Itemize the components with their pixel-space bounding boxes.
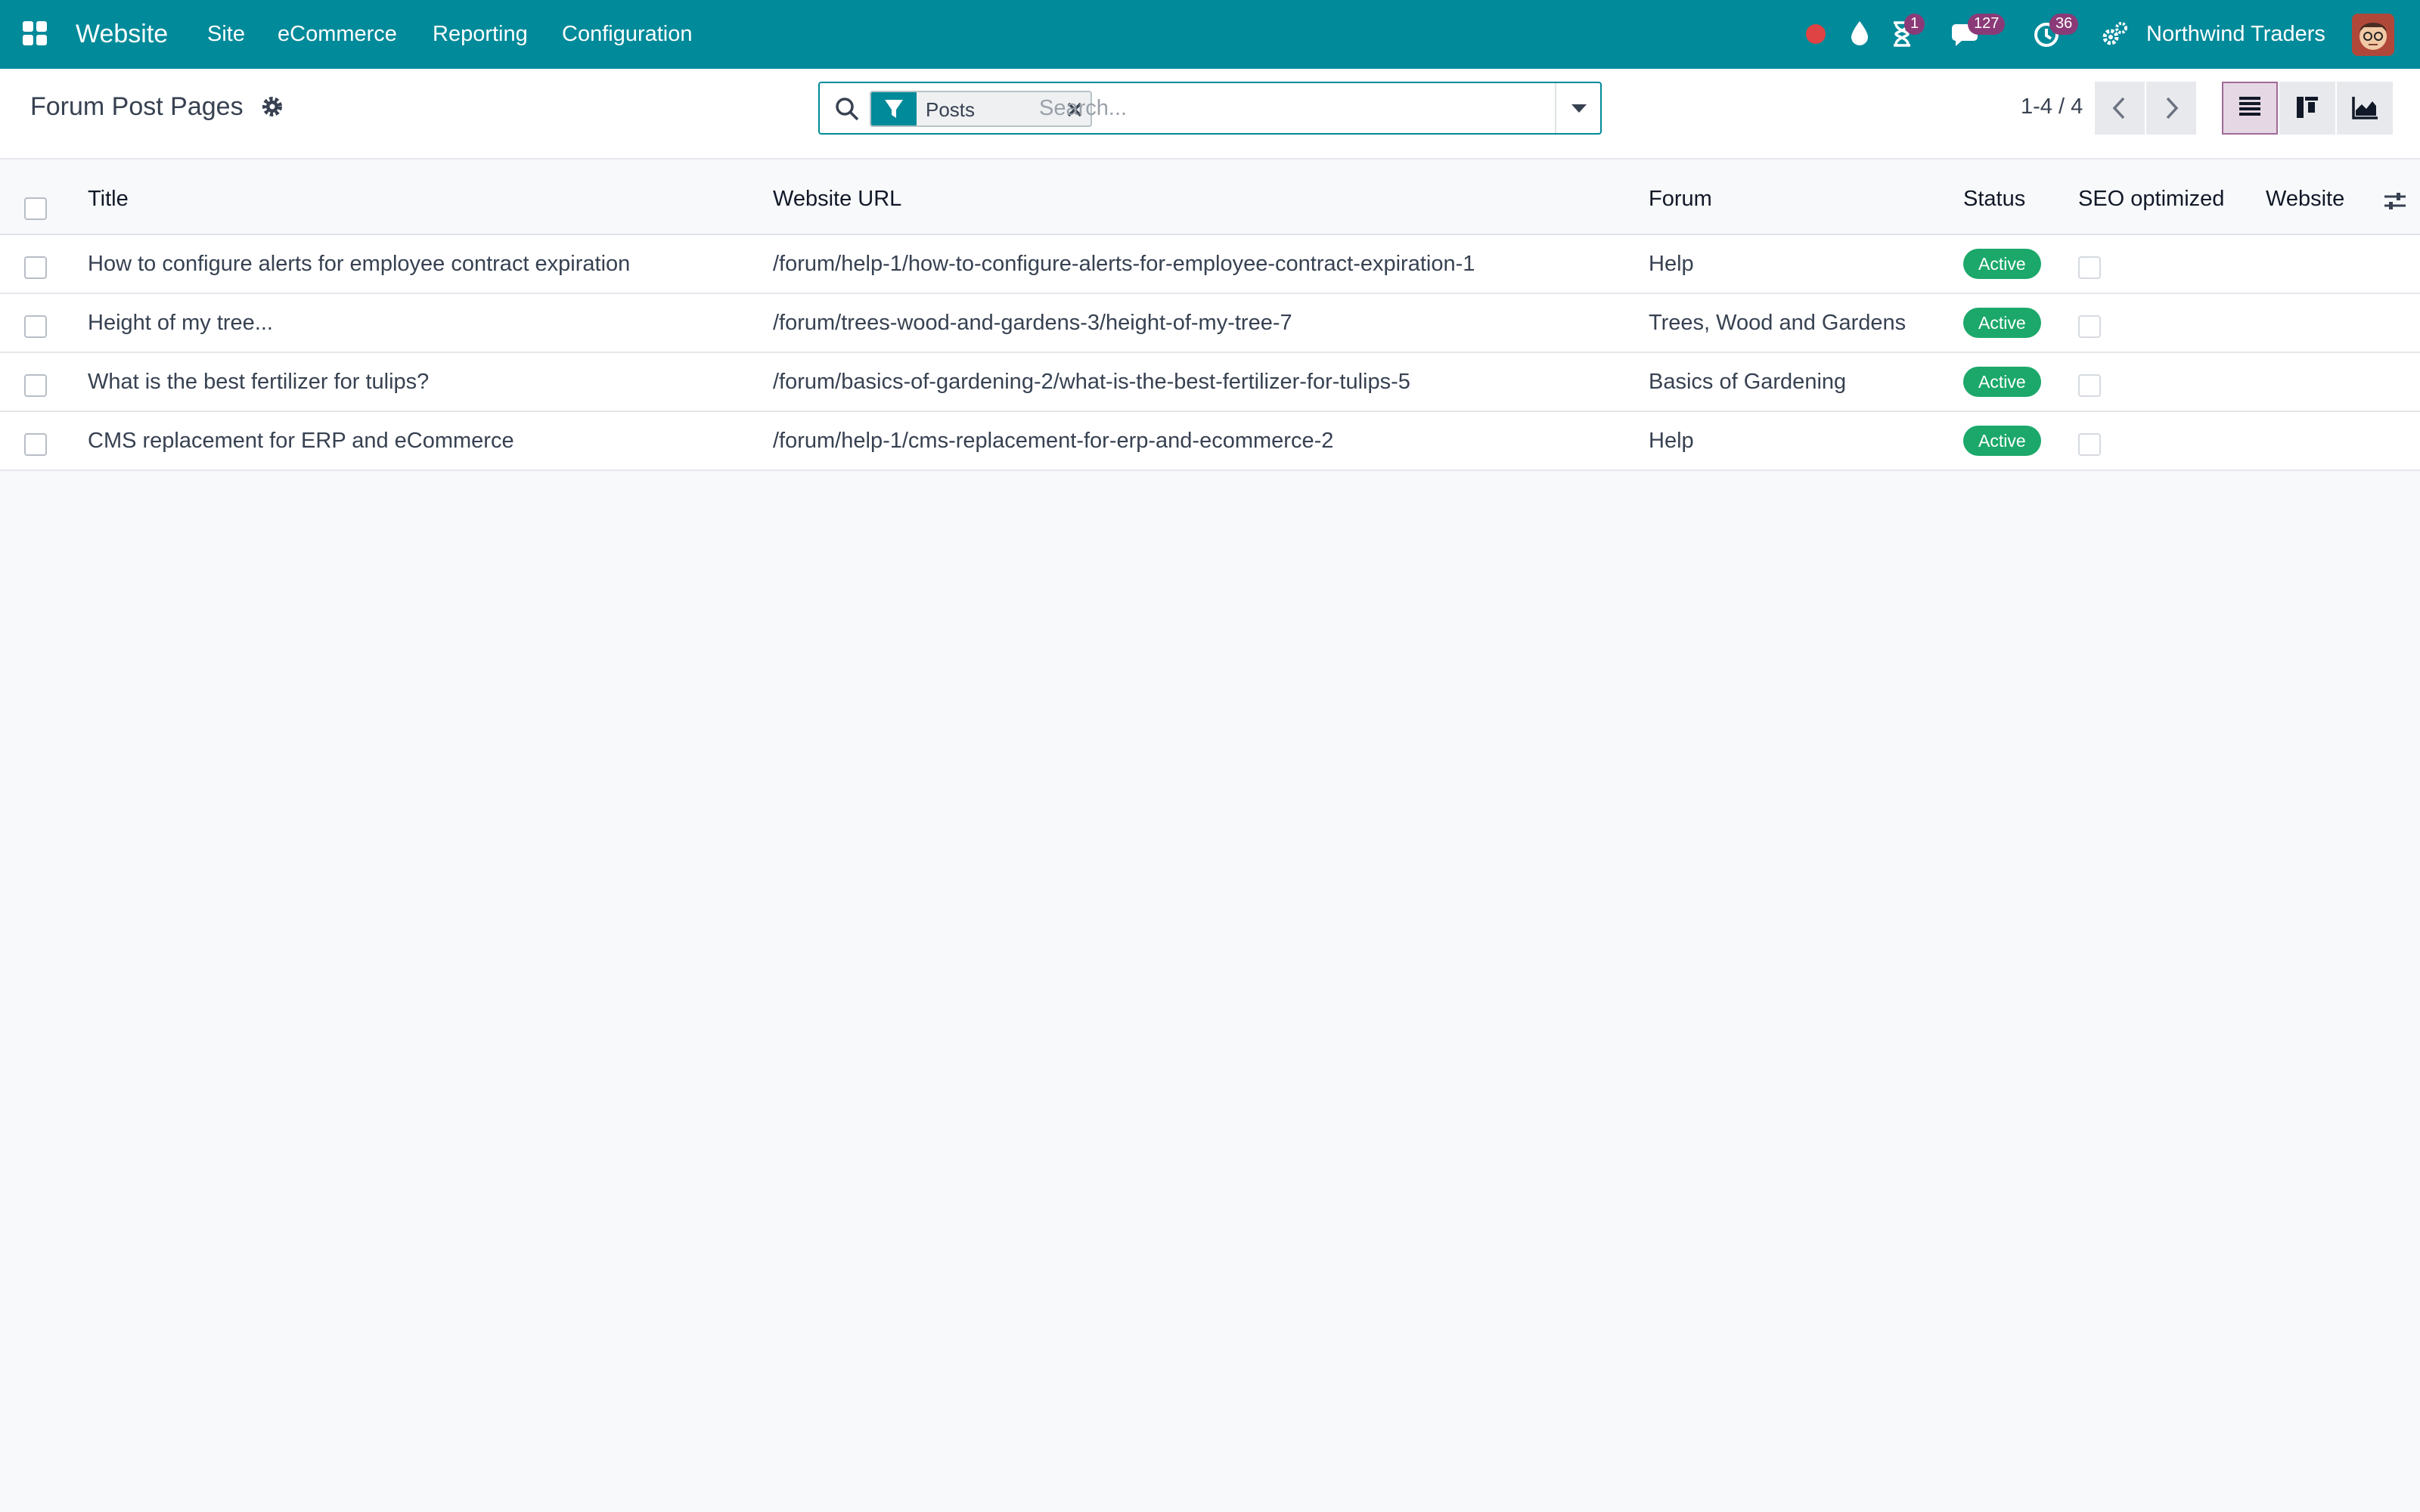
page-title: Forum Post Pages xyxy=(30,92,244,121)
user-avatar[interactable] xyxy=(2352,14,2394,56)
status-badge: Active xyxy=(1963,367,2041,397)
timer-badge: 1 xyxy=(1904,14,1925,35)
cell-forum: Basics of Gardening xyxy=(1649,370,1847,394)
record-status-icon[interactable] xyxy=(1806,24,1826,44)
list-view-button[interactable] xyxy=(2222,82,2278,135)
table-body: How to configure alerts for employee con… xyxy=(0,235,2420,471)
messages-badge: 127 xyxy=(1968,14,2006,35)
pager-previous-button[interactable] xyxy=(2095,82,2145,135)
app-name[interactable]: Website xyxy=(76,18,168,50)
column-title[interactable]: Title xyxy=(88,185,129,212)
table-row[interactable]: Height of my tree... /forum/trees-wood-a… xyxy=(0,294,2420,353)
status-badge: Active xyxy=(1963,249,2041,279)
activities-badge: 36 xyxy=(2049,14,2079,35)
table-row[interactable]: What is the best fertilizer for tulips? … xyxy=(0,353,2420,412)
select-all-checkbox[interactable] xyxy=(24,197,47,220)
cell-title: What is the best fertilizer for tulips? xyxy=(88,370,430,394)
cell-forum: Help xyxy=(1649,252,1694,276)
graph-view-button[interactable] xyxy=(2337,82,2393,135)
cell-title: How to configure alerts for employee con… xyxy=(88,252,631,276)
status-badge: Active xyxy=(1963,308,2041,338)
cell-url: /forum/basics-of-gardening-2/what-is-the… xyxy=(773,370,1410,394)
cell-forum: Help xyxy=(1649,429,1694,453)
seo-optimized-checkbox[interactable] xyxy=(2078,433,2101,456)
row-checkbox[interactable] xyxy=(24,315,47,338)
column-website-url[interactable]: Website URL xyxy=(773,185,901,212)
menu-reporting[interactable]: Reporting xyxy=(433,20,528,48)
column-seo-optimized[interactable]: SEO optimized xyxy=(2078,185,2224,212)
pager-next-button[interactable] xyxy=(2146,82,2196,135)
search-icon[interactable] xyxy=(833,95,861,122)
actions-gear-icon[interactable] xyxy=(260,94,284,119)
menu-site[interactable]: Site xyxy=(207,20,245,48)
app-grid-icon[interactable] xyxy=(23,21,48,47)
column-website[interactable]: Website xyxy=(2266,185,2344,212)
kanban-view-button[interactable] xyxy=(2279,82,2335,135)
search-bar: Posts xyxy=(818,82,1602,135)
pager-value[interactable]: 1-4 / 4 xyxy=(2021,93,2083,120)
list-table: Title Website URL Forum Status SEO optim… xyxy=(0,160,2420,471)
seo-optimized-checkbox[interactable] xyxy=(2078,374,2101,397)
search-input[interactable] xyxy=(1039,91,1553,125)
facet-label: Posts xyxy=(926,98,976,121)
settings-gears-icon[interactable] xyxy=(2101,21,2128,48)
search-options-toggle[interactable] xyxy=(1555,83,1600,133)
cell-forum: Trees, Wood and Gardens xyxy=(1649,311,1907,335)
filter-funnel-icon xyxy=(871,92,917,125)
droplet-icon[interactable] xyxy=(1848,20,1871,47)
column-status[interactable]: Status xyxy=(1963,185,2025,212)
table-header: Title Website URL Forum Status SEO optim… xyxy=(0,160,2420,235)
cell-url: /forum/trees-wood-and-gardens-3/height-o… xyxy=(773,311,1292,335)
cell-title: CMS replacement for ERP and eCommerce xyxy=(88,429,514,453)
menu-ecommerce[interactable]: eCommerce xyxy=(278,20,397,48)
cell-url: /forum/help-1/how-to-configure-alerts-fo… xyxy=(773,252,1475,276)
seo-optimized-checkbox[interactable] xyxy=(2078,256,2101,279)
cell-url: /forum/help-1/cms-replacement-for-erp-an… xyxy=(773,429,1334,453)
optional-columns-icon[interactable] xyxy=(2382,188,2408,214)
row-checkbox[interactable] xyxy=(24,433,47,456)
column-forum[interactable]: Forum xyxy=(1649,185,1712,212)
row-checkbox[interactable] xyxy=(24,256,47,279)
cell-title: Height of my tree... xyxy=(88,311,273,335)
menu-configuration[interactable]: Configuration xyxy=(562,20,693,48)
control-panel: Forum Post Pages Posts 1-4 / 4 xyxy=(0,69,2420,160)
top-navbar: Website Site eCommerce Reporting Configu… xyxy=(0,0,2420,69)
table-row[interactable]: CMS replacement for ERP and eCommerce /f… xyxy=(0,412,2420,471)
company-switcher[interactable]: Northwind Traders xyxy=(2146,20,2325,48)
table-row[interactable]: How to configure alerts for employee con… xyxy=(0,235,2420,294)
status-badge: Active xyxy=(1963,426,2041,456)
seo-optimized-checkbox[interactable] xyxy=(2078,315,2101,338)
row-checkbox[interactable] xyxy=(24,374,47,397)
